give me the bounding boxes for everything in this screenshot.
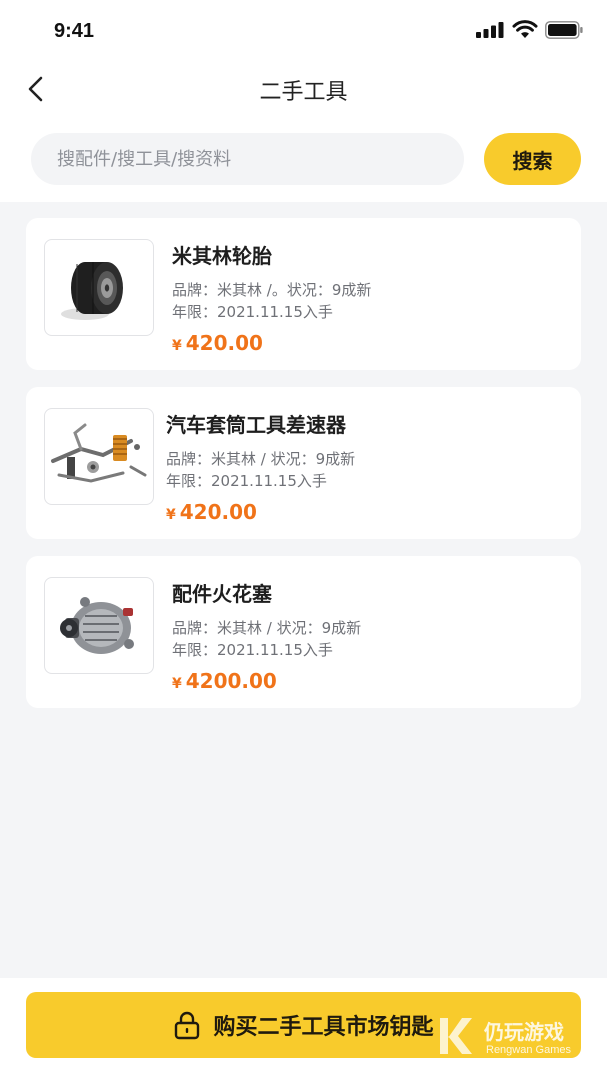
product-info: 汽车套筒工具差速器 品牌：米其林 / 状况：9成新 年限：2021.11.15入… — [166, 409, 355, 524]
search-input[interactable] — [31, 133, 464, 185]
product-brand: 品牌：米其林 / 状况：9成新 — [172, 619, 362, 637]
product-info: 配件火花塞 品牌：米其林 / 状况：9成新 年限：2021.11.15入手 ¥4… — [172, 578, 361, 693]
product-name: 米其林轮胎 — [172, 244, 272, 268]
nav-bar: 二手工具 — [0, 62, 607, 118]
signal-icon — [476, 22, 504, 38]
product-card[interactable]: 米其林轮胎 品牌：米其林 /。状况：9成新 年限：2021.11.15入手 ¥4… — [26, 218, 581, 370]
status-bar: 9:41 — [0, 0, 607, 62]
watermark: 仍玩游戏 Rengwan Games — [436, 1014, 596, 1064]
status-time: 9:41 — [54, 20, 95, 42]
product-brand: 品牌：米其林 /。状况：9成新 — [172, 281, 372, 299]
product-info: 米其林轮胎 品牌：米其林 /。状况：9成新 年限：2021.11.15入手 ¥4… — [172, 240, 371, 355]
watermark-text: 仍玩游戏 — [484, 1020, 564, 1044]
page-title: 二手工具 — [259, 80, 348, 105]
product-year: 年限：2021.11.15入手 — [172, 303, 333, 321]
product-year: 年限：2021.11.15入手 — [166, 472, 327, 490]
product-price: ¥420.00 — [172, 331, 371, 355]
product-brand: 品牌：米其林 / 状况：9成新 — [166, 450, 356, 468]
watermark-logo-icon — [440, 1018, 472, 1054]
tire-image — [44, 239, 154, 336]
currency-symbol: ¥ — [172, 676, 182, 692]
currency-symbol: ¥ — [172, 338, 182, 354]
product-card[interactable]: 配件火花塞 品牌：米其林 / 状况：9成新 年限：2021.11.15入手 ¥4… — [26, 556, 581, 708]
battery-icon — [545, 21, 583, 39]
product-name: 配件火花塞 — [172, 582, 272, 606]
buy-key-label: 购买二手工具市场钥匙 — [213, 1015, 434, 1040]
wifi-icon — [512, 20, 538, 38]
alternator-image — [44, 577, 154, 674]
lock-icon — [175, 1011, 200, 1040]
product-list: 米其林轮胎 品牌：米其林 /。状况：9成新 年限：2021.11.15入手 ¥4… — [26, 218, 581, 725]
product-price: ¥4200.00 — [172, 669, 361, 693]
price-value: 4200.00 — [185, 669, 277, 693]
watermark-subtext: Rengwan Games — [486, 1044, 571, 1056]
suspension-parts-image — [44, 408, 154, 505]
currency-symbol: ¥ — [166, 507, 176, 523]
product-price: ¥420.00 — [166, 500, 355, 524]
search-button[interactable]: 搜索 — [484, 133, 581, 185]
product-card[interactable]: 汽车套筒工具差速器 品牌：米其林 / 状况：9成新 年限：2021.11.15入… — [26, 387, 581, 539]
product-year: 年限：2021.11.15入手 — [172, 641, 333, 659]
price-value: 420.00 — [179, 500, 257, 524]
product-name: 汽车套筒工具差速器 — [166, 413, 346, 437]
price-value: 420.00 — [185, 331, 263, 355]
